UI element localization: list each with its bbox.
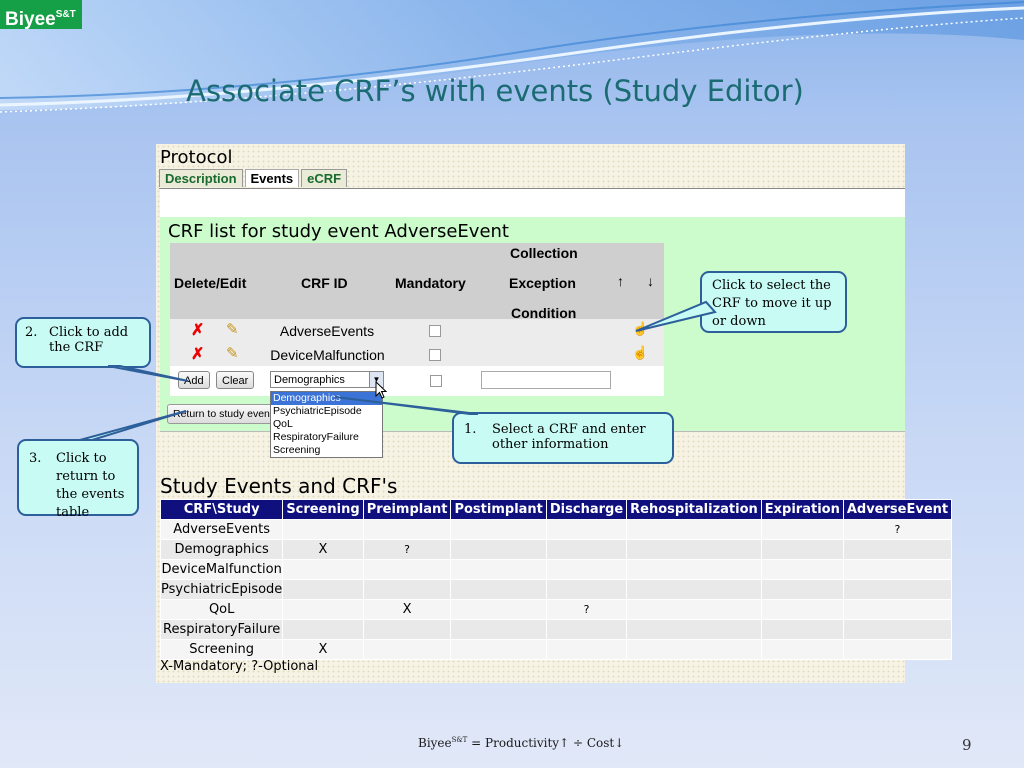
dropdown-option[interactable]: RespiratoryFailure xyxy=(271,431,382,444)
edit-icon[interactable]: ✎ xyxy=(226,344,239,362)
dropdown-option[interactable]: Screening xyxy=(271,444,382,457)
add-button[interactable]: Add xyxy=(178,371,210,389)
callout-move-crf: Click to select the CRF to move it up or… xyxy=(700,271,847,333)
mandatory-checkbox[interactable] xyxy=(429,349,441,361)
dropdown-option[interactable]: Demographics xyxy=(271,392,382,405)
col-header: Rehospitalization xyxy=(626,499,762,520)
header-delete-edit: Delete/Edit xyxy=(174,275,247,291)
move-up-icon[interactable]: ↑ xyxy=(617,273,624,289)
header-waves xyxy=(0,0,1024,113)
table-row: PsychiatricEpisode xyxy=(159,579,953,600)
callout-add-crf: 2. Click to add the CRF xyxy=(15,317,151,368)
delete-icon[interactable]: ✗ xyxy=(191,320,204,340)
header-crf-id: CRF ID xyxy=(301,275,348,291)
study-events-title: Study Events and CRF's xyxy=(160,474,398,498)
condition-input[interactable] xyxy=(481,371,611,389)
header-exception: Exception xyxy=(509,275,576,291)
footer-formula: BiyeeS&T = Productivity↑ ÷ Cost↓ xyxy=(418,736,625,750)
callout-select-crf: 1. Select a CRF and enter other informat… xyxy=(452,412,674,464)
crf-row: ✗ ✎ AdverseEvents ☝ xyxy=(170,319,664,343)
protocol-label: Protocol xyxy=(160,147,233,168)
table-row: RespiratoryFailure xyxy=(159,619,953,640)
crf-dropdown-list: Demographics PsychiatricEpisode QoL Resp… xyxy=(270,391,383,458)
col-header: CRF\Study xyxy=(159,499,284,520)
dropdown-option[interactable]: QoL xyxy=(271,418,382,431)
crf-list-title: CRF list for study event AdverseEvent xyxy=(168,221,509,242)
cursor-icon xyxy=(375,381,387,399)
tab-bar: Description Events eCRF xyxy=(159,169,349,187)
col-header: AdverseEvent xyxy=(842,499,953,520)
col-header: Screening xyxy=(282,499,364,520)
biyee-logo: BiyeeS&T xyxy=(0,0,82,30)
arrow-up-icon: ↑ xyxy=(559,736,570,750)
crf-id-cell: AdverseEvents xyxy=(279,323,375,339)
col-header: Expiration xyxy=(760,499,844,520)
table-row: Demographics X? xyxy=(159,539,953,560)
header-mandatory: Mandatory xyxy=(395,275,466,291)
crf-row: ✗ ✎ DeviceMalfunction ☝ xyxy=(170,343,664,367)
clear-button[interactable]: Clear xyxy=(216,371,255,389)
dropdown-option[interactable]: PsychiatricEpisode xyxy=(271,405,382,418)
tab-events[interactable]: Events xyxy=(244,169,300,187)
hand-pointer-icon[interactable]: ☝ xyxy=(632,321,648,337)
study-events-table: CRF\Study Screening Preimplant Postimpla… xyxy=(159,499,953,660)
tab-ecrf[interactable]: eCRF xyxy=(301,169,348,187)
col-header: Postimplant xyxy=(450,499,547,520)
callout-return: 3. Click to return to the events table xyxy=(17,439,139,520)
slide-title: Associate CRF’s with events (Study Edito… xyxy=(186,74,804,108)
table-row: AdverseEvents? xyxy=(159,519,953,540)
hand-pointer-icon[interactable]: ☝ xyxy=(632,345,648,361)
table-row: QoL X? xyxy=(159,599,953,620)
col-header: Discharge xyxy=(545,499,628,520)
mandatory-checkbox[interactable] xyxy=(429,325,441,337)
page-number: 9 xyxy=(962,736,972,754)
crf-id-cell: DeviceMalfunction xyxy=(270,347,385,363)
arrow-down-icon: ↓ xyxy=(614,736,625,750)
return-to-events-button[interactable]: Return to study events xyxy=(167,404,275,424)
crf-select[interactable]: Demographics ▼ xyxy=(270,371,384,388)
crf-select-value: Demographics xyxy=(274,374,345,386)
table-legend: X-Mandatory; ?-Optional xyxy=(160,659,319,674)
tab-description[interactable]: Description xyxy=(159,169,243,187)
delete-icon[interactable]: ✗ xyxy=(191,344,204,364)
content-strip xyxy=(160,189,905,217)
edit-icon[interactable]: ✎ xyxy=(226,320,239,338)
header-collection: Collection xyxy=(510,245,578,261)
table-row: DeviceMalfunction xyxy=(159,559,953,580)
add-crf-row: Add Clear Demographics ▼ xyxy=(170,366,664,396)
col-header: Preimplant xyxy=(362,499,452,520)
new-mandatory-checkbox[interactable] xyxy=(430,375,442,387)
move-down-icon[interactable]: ↓ xyxy=(647,273,654,289)
crf-table-header: Delete/Edit CRF ID Mandatory Collection … xyxy=(170,243,664,321)
study-table-header: CRF\Study Screening Preimplant Postimpla… xyxy=(159,499,953,520)
table-row: Screening X xyxy=(159,639,953,660)
